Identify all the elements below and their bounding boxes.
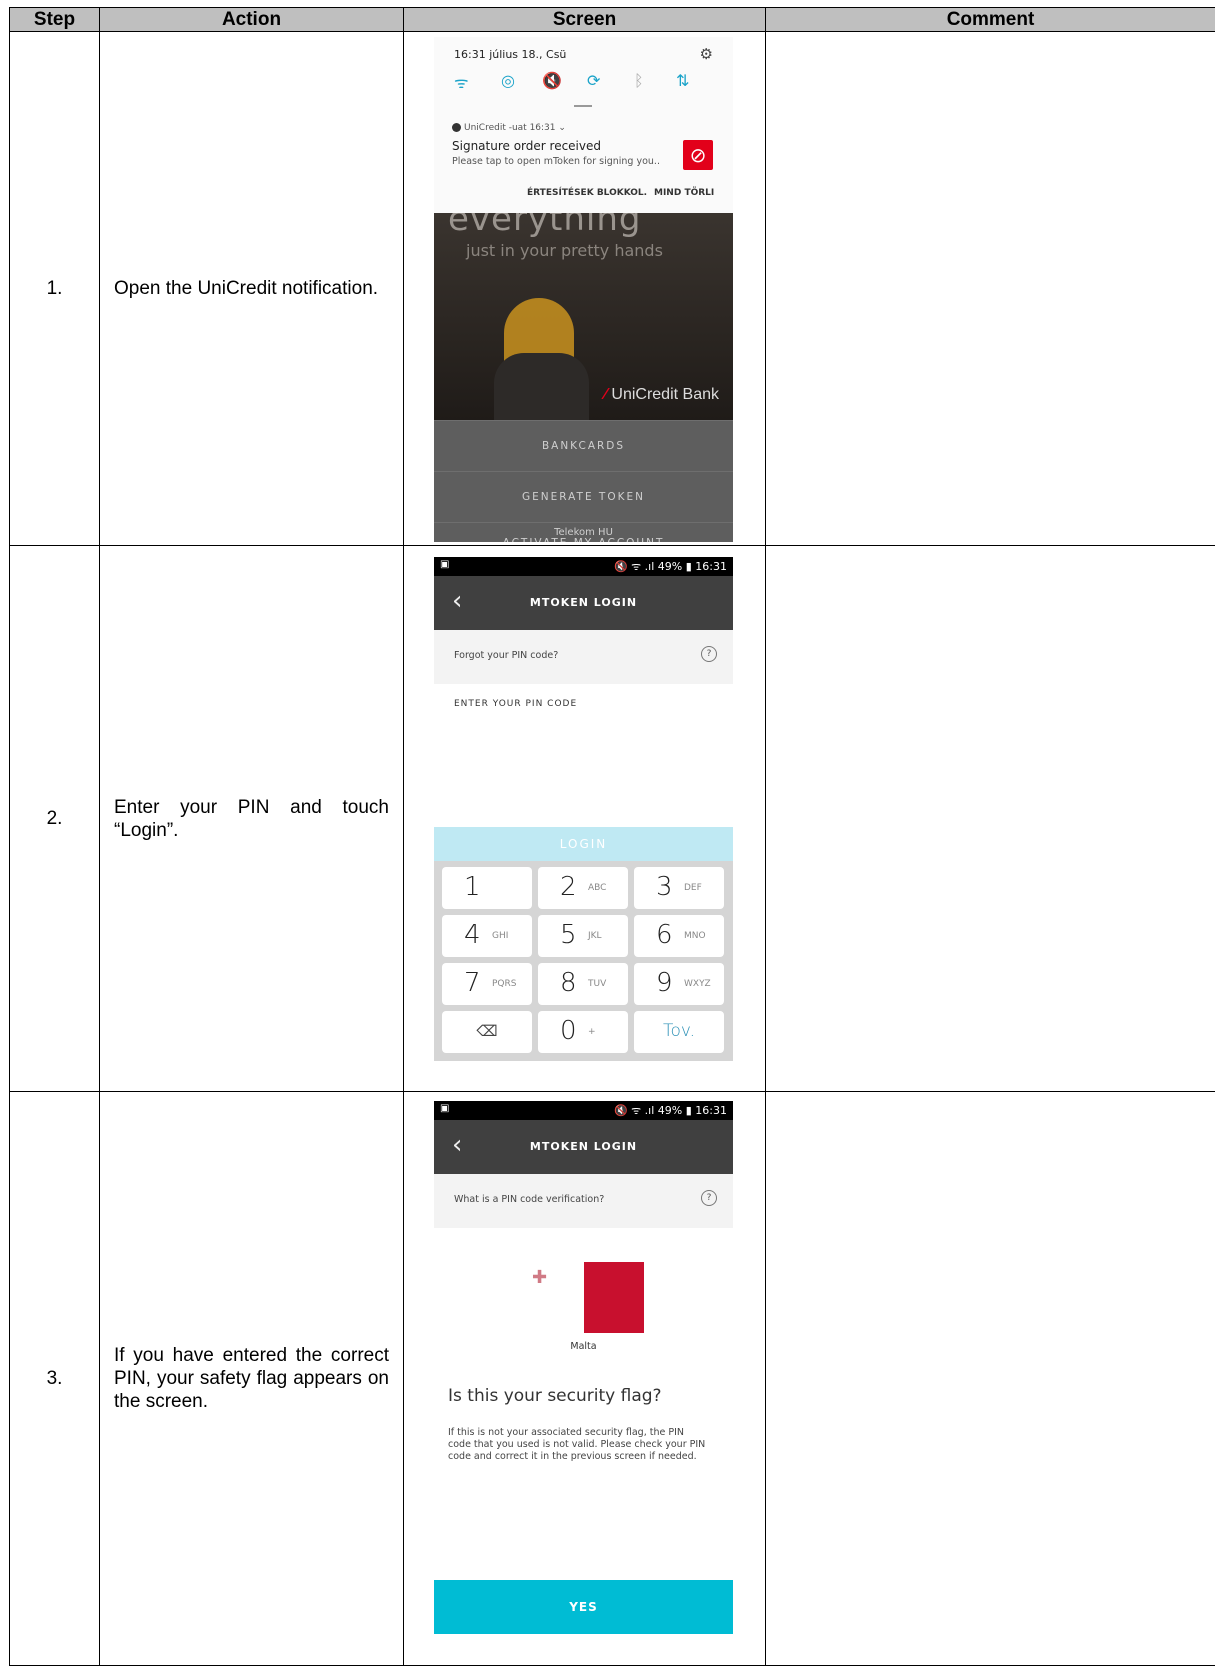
carrier-name: Telekom HU — [554, 527, 613, 538]
table-row: 2. Enter your PIN and touch “Login”. ▣ 🔇… — [9, 545, 1215, 1092]
key-8[interactable]: 8 TUV — [538, 963, 628, 1005]
step-action: Open the UniCredit notification. — [99, 31, 404, 546]
wifi-icon[interactable]: ᯤ — [454, 71, 469, 93]
security-question: Is this your security flag? — [448, 1386, 662, 1406]
key-6[interactable]: 6 MNO — [634, 915, 724, 957]
step-number: 1. — [9, 31, 100, 546]
key-0[interactable]: 0 + — [538, 1011, 628, 1053]
key-2[interactable]: 2 ABC — [538, 867, 628, 909]
login-button[interactable]: LOGIN — [434, 827, 733, 861]
notification-title[interactable]: Signature order received — [452, 139, 601, 153]
app-bar-title: MTOKEN LOGIN — [529, 1140, 638, 1153]
location-icon[interactable]: ◎ — [501, 71, 515, 90]
status-bar: ▣ 🔇 ᯤ .ıl 49% ▮ 16:31 — [434, 557, 733, 576]
notification-app: UniCredit -uat 16:31 ⌄ — [452, 123, 566, 133]
unicredit-logo-icon: ⊘ — [683, 140, 713, 170]
key-5[interactable]: 5 JKL — [538, 915, 628, 957]
status-indicators: 🔇 ᯤ .ıl 49% ▮ 16:31 — [613, 560, 727, 573]
numeric-keypad: 1 2 ABC 3 DEF 4 GHI 5 JKL 6 MNO 7 PQRS 8 TUV 9W… — [434, 861, 733, 1061]
hero-banner: everything just in your pretty hands ⁄ U… — [434, 213, 733, 420]
step-action: Enter your PIN and touch “Login”. — [99, 545, 404, 1092]
step-comment — [765, 545, 1215, 1092]
bluetooth-icon[interactable]: ᛒ — [634, 71, 644, 90]
phone-screenshot-security-flag: ▣ 🔇 ᯤ .ıl 49% ▮ 16:31 ‹ MTOKEN LOGIN Wha… — [434, 1101, 733, 1665]
clear-all-button[interactable]: MIND TÖRLI — [654, 188, 714, 198]
forgot-pin-link[interactable]: Forgot your PIN code? — [454, 650, 558, 661]
step-number: 2. — [9, 545, 100, 1092]
yes-button[interactable]: YES — [434, 1580, 733, 1634]
key-4[interactable]: 4 GHI — [442, 915, 532, 957]
hero-headline: everything — [448, 213, 642, 239]
hero-photo-body — [494, 353, 589, 420]
backspace-icon: ⌫ — [476, 1022, 498, 1040]
flag-country-name: Malta — [570, 1341, 597, 1352]
gallery-icon: ▣ — [440, 559, 450, 570]
header-step: Step — [9, 7, 100, 32]
data-transfer-icon[interactable]: ⇅ — [676, 71, 689, 90]
help-icon[interactable]: ? — [701, 646, 717, 662]
unicredit-app-icon — [452, 123, 461, 132]
gear-icon[interactable]: ⚙ — [700, 45, 713, 63]
hero-subtitle: just in your pretty hands — [466, 241, 663, 260]
security-flag — [584, 1262, 644, 1333]
menu-generate-token[interactable]: GENERATE TOKEN — [434, 471, 733, 523]
app-bar-title: MTOKEN LOGIN — [529, 596, 638, 609]
george-cross-icon: ✚ — [532, 1267, 548, 1288]
phone-screenshot-notification: 16:31 július 18., Csü ⚙ ᯤ ◎ 🔇 ⟳ ᛒ ⇅ UniC… — [434, 37, 733, 542]
mute-icon[interactable]: 🔇 — [542, 71, 562, 90]
block-notifications-button[interactable]: ÉRTESÍTÉSEK BLOKKOL. — [527, 188, 647, 198]
pin-verification-link[interactable]: What is a PIN code verification? — [454, 1194, 604, 1205]
pin-input[interactable] — [454, 717, 714, 747]
key-9[interactable]: 9 WXYZ — [634, 963, 724, 1005]
table-row: 3. If you have entered the correct PIN, … — [9, 1091, 1215, 1666]
security-explanation: If this is not your associated security … — [448, 1427, 706, 1462]
step-number: 3. — [9, 1091, 100, 1666]
step-comment — [765, 31, 1215, 546]
table-row: 1. Open the UniCredit notification. 16:3… — [9, 31, 1215, 546]
status-indicators: 🔇 ᯤ .ıl 49% ▮ 16:31 — [613, 1104, 727, 1117]
phone-screenshot-login: ▣ 🔇 ᯤ .ıl 49% ▮ 16:31 ‹ MTOKEN LOGIN For… — [434, 557, 733, 1068]
header-action: Action — [99, 7, 404, 32]
menu-bankcards[interactable]: BANKCARDS — [434, 420, 733, 472]
bank-logo: ⁄ UniCredit Bank — [604, 386, 719, 403]
pin-verification-help-row[interactable]: What is a PIN code verification? ? — [434, 1174, 733, 1228]
shade-time: 16:31 július 18., Csü — [454, 48, 567, 61]
key-7[interactable]: 7 PQRS — [442, 963, 532, 1005]
screenshot-cell: ▣ 🔇 ᯤ .ıl 49% ▮ 16:31 ‹ MTOKEN LOGIN Wha… — [403, 1091, 766, 1666]
step-comment — [765, 1091, 1215, 1666]
screenshot-cell: 16:31 július 18., Csü ⚙ ᯤ ◎ 🔇 ⟳ ᛒ ⇅ UniC… — [403, 31, 766, 546]
forgot-pin-row[interactable]: Forgot your PIN code? ? — [434, 630, 733, 684]
app-bar: ‹ MTOKEN LOGIN — [434, 576, 733, 630]
key-1[interactable]: 1 — [442, 867, 532, 909]
sync-icon[interactable]: ⟳ — [587, 71, 600, 90]
app-bar: ‹ MTOKEN LOGIN — [434, 1120, 733, 1174]
notification-text[interactable]: Please tap to open mToken for signing yo… — [452, 156, 660, 167]
next-key[interactable]: Tov. — [634, 1011, 724, 1053]
backspace-key[interactable]: ⌫ — [442, 1011, 532, 1053]
drag-handle[interactable] — [574, 105, 592, 107]
notification-shade: 16:31 július 18., Csü ⚙ ᯤ ◎ 🔇 ⟳ ᛒ ⇅ UniC… — [434, 37, 733, 213]
screenshot-cell: ▣ 🔇 ᯤ .ıl 49% ▮ 16:31 ‹ MTOKEN LOGIN For… — [403, 545, 766, 1092]
gallery-icon: ▣ — [440, 1103, 450, 1114]
header-screen: Screen — [403, 7, 766, 32]
key-3[interactable]: 3 DEF — [634, 867, 724, 909]
header-row: Step Action Screen Comment — [9, 7, 1215, 32]
pin-label: ENTER YOUR PIN CODE — [454, 699, 578, 709]
instruction-table: Step Action Screen Comment 1. Open the U… — [9, 7, 1215, 1666]
help-icon[interactable]: ? — [701, 1190, 717, 1206]
status-bar: ▣ 🔇 ᯤ .ıl 49% ▮ 16:31 — [434, 1101, 733, 1120]
step-action: If you have entered the correct PIN, you… — [99, 1091, 404, 1666]
header-comment: Comment — [765, 7, 1215, 32]
